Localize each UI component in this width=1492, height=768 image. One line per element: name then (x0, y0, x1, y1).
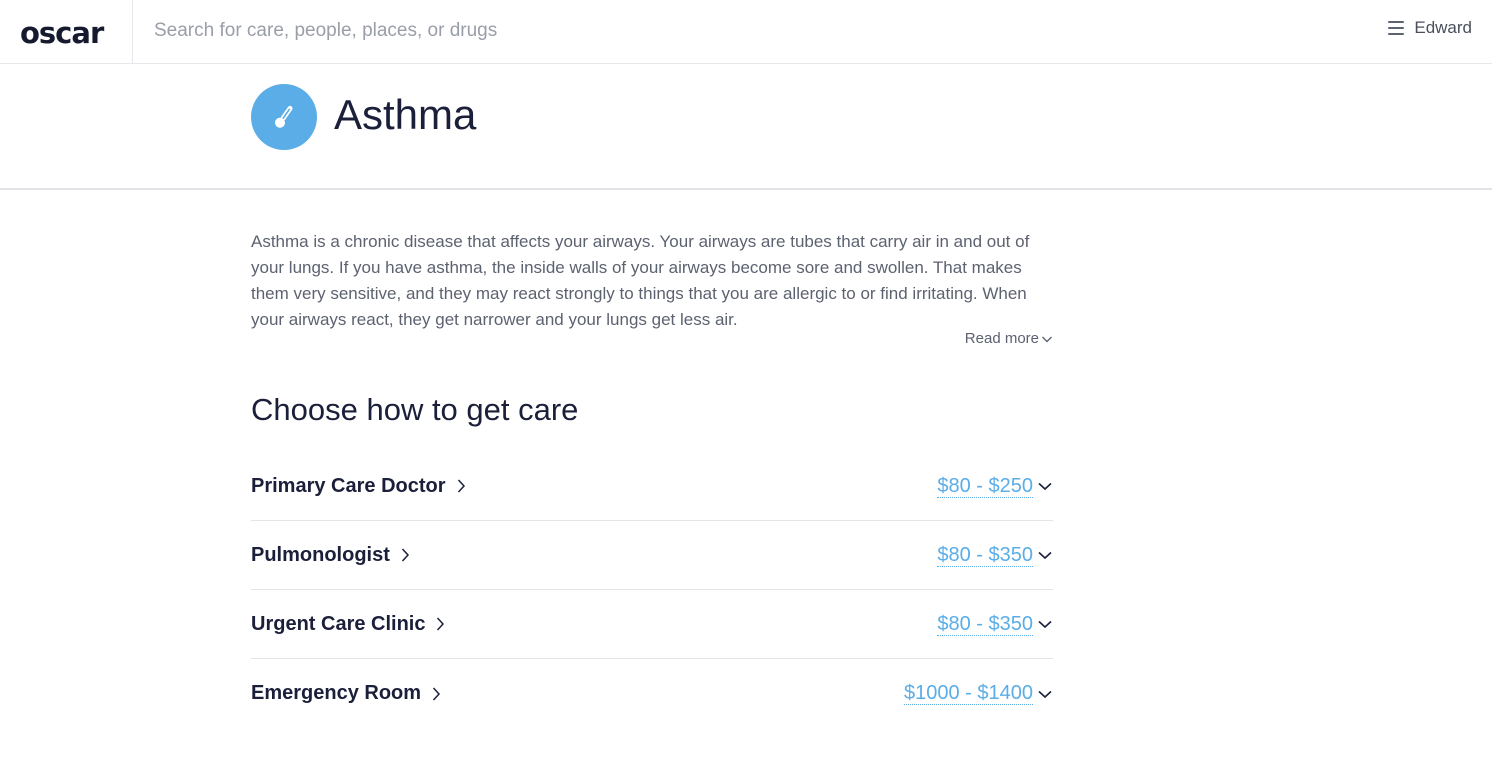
care-option-name: Emergency Room (251, 682, 422, 704)
care-option-link[interactable]: Primary Care Doctor (251, 475, 466, 498)
chevron-right-icon (433, 686, 441, 701)
care-option-name: Primary Care Doctor (251, 474, 446, 497)
care-options-list: Primary Care Doctor $80 - $250 Pulmonolo… (251, 452, 1053, 728)
condition-header: Asthma (0, 65, 1492, 190)
chevron-down-icon (1038, 690, 1052, 698)
care-option-link[interactable]: Urgent Care Clinic (251, 613, 445, 636)
care-option-link[interactable]: Pulmonologist (251, 544, 410, 567)
care-option-name: Urgent Care Clinic (251, 612, 426, 635)
hamburger-menu-icon (1388, 21, 1405, 35)
chevron-right-icon (457, 479, 465, 493)
price-range-toggle[interactable]: $80 - $350 (937, 613, 1053, 636)
user-menu-button[interactable]: Edward (1388, 18, 1472, 38)
section-title: Choose how to get care (251, 392, 579, 427)
read-more-link[interactable]: Read more (965, 330, 1053, 347)
price-range-toggle[interactable]: $80 - $350 (937, 544, 1053, 567)
condition-description-section: Asthma is a chronic disease that affects… (251, 229, 1053, 347)
care-option-pulmonologist[interactable]: Pulmonologist $80 - $350 (251, 521, 1053, 590)
condition-description: Asthma is a chronic disease that affects… (251, 232, 1030, 329)
top-navigation-bar: oscar Edward (0, 0, 1492, 64)
chevron-down-icon (1038, 551, 1052, 560)
thermometer-icon (251, 84, 317, 150)
page-title: Asthma (334, 91, 477, 138)
divider (132, 0, 133, 64)
chevron-right-icon (437, 617, 445, 631)
care-option-primary-care-doctor[interactable]: Primary Care Doctor $80 - $250 (251, 452, 1053, 521)
price-range: $80 - $250 (937, 474, 1033, 498)
care-option-name: Pulmonologist (251, 543, 390, 566)
chevron-right-icon (401, 548, 409, 562)
price-range-toggle[interactable]: $80 - $250 (937, 475, 1053, 498)
search-input[interactable] (154, 14, 854, 48)
chevron-down-icon (1038, 620, 1052, 629)
care-option-link[interactable]: Emergency Room (251, 682, 441, 705)
user-name: Edward (1414, 18, 1472, 37)
price-range: $80 - $350 (937, 612, 1033, 636)
price-range: $80 - $350 (937, 543, 1033, 567)
care-option-emergency-room[interactable]: Emergency Room $1000 - $1400 (251, 659, 1053, 728)
care-option-urgent-care-clinic[interactable]: Urgent Care Clinic $80 - $350 (251, 590, 1053, 659)
chevron-down-icon (1042, 336, 1052, 342)
price-range: $1000 - $1400 (903, 682, 1033, 705)
price-range-toggle[interactable]: $1000 - $1400 (903, 682, 1053, 705)
oscar-logo[interactable]: oscar (20, 16, 104, 50)
read-more-label: Read more (964, 330, 1039, 347)
chevron-down-icon (1038, 482, 1052, 491)
